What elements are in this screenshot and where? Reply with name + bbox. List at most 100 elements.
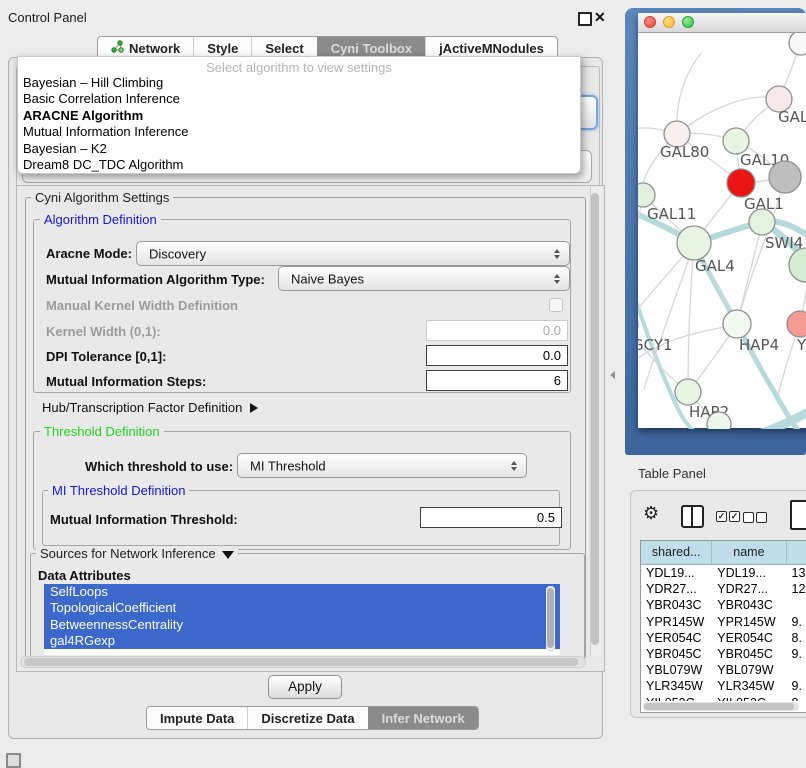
algorithm-option-bayesian-hill-climbing[interactable]: Bayesian – Hill Climbing — [18, 75, 580, 91]
aracne-mode-label: Aracne Mode: — [46, 246, 132, 261]
hub-definition-expander[interactable]: Hub/Transcription Factor Definition — [42, 400, 258, 415]
table-row[interactable]: YBL079WYBL079W — [641, 662, 806, 678]
network-node[interactable] — [769, 161, 801, 193]
attribute-item-selfloops[interactable]: SelfLoops — [44, 584, 560, 600]
minimize-traffic-light-icon[interactable] — [663, 16, 675, 28]
attribute-item-gal4rgexp[interactable]: gal4RGexp — [44, 633, 560, 649]
table-cell: 9. — [787, 678, 806, 694]
mi-steps-field[interactable]: 6 — [426, 370, 568, 391]
network-node[interactable] — [789, 33, 806, 55]
algorithm-dropdown: Select algorithm to view settings Bayesi… — [17, 56, 581, 174]
tab-discretize-data[interactable]: Discretize Data — [247, 707, 367, 729]
combo-spinner-icon — [554, 274, 560, 284]
network-icon — [111, 40, 124, 56]
column-header-name[interactable]: name — [712, 541, 786, 564]
attribute-item-topologicalcoefficient[interactable]: TopologicalCoefficient — [44, 600, 560, 616]
docked-panel-icon[interactable] — [6, 753, 21, 768]
manual-kernel-checkbox[interactable] — [549, 298, 563, 312]
dpi-tolerance-field[interactable]: 0.0 — [426, 345, 568, 366]
sources-group-title[interactable]: Sources for Network Inference — [36, 546, 238, 561]
export-table-icon[interactable] — [790, 500, 806, 530]
table-cell: YBL079W — [641, 662, 712, 678]
data-attributes-label: Data Attributes — [38, 568, 131, 583]
settings-vertical-scrollbar-thumb[interactable] — [591, 193, 599, 645]
table-cell — [787, 662, 806, 678]
tab-label: Style — [207, 41, 238, 56]
close-traffic-light-icon[interactable] — [644, 16, 656, 28]
apply-button[interactable]: Apply — [268, 675, 342, 699]
table-row[interactable]: YLR345WYLR345W9. — [641, 678, 806, 694]
network-node-gal4[interactable] — [677, 226, 711, 260]
table-horizontal-scrollbar-thumb[interactable] — [644, 703, 794, 710]
algorithm-option-aracne-algorithm[interactable]: ARACNE Algorithm — [18, 108, 580, 124]
table-row[interactable]: YDL19...YDL19...13 — [641, 565, 806, 581]
zoom-traffic-light-icon[interactable] — [682, 16, 694, 28]
tab-infer-network[interactable]: Infer Network — [368, 707, 478, 729]
table-row[interactable]: YIL053CYIL053C8 — [641, 695, 806, 702]
algorithm-dropdown-list: Bayesian – Hill ClimbingBasic Correlatio… — [18, 75, 580, 173]
table-cell — [787, 597, 806, 613]
aracne-mode-combo[interactable]: Discovery — [136, 241, 570, 266]
splitter-arrow-icon[interactable] — [610, 371, 615, 379]
table-row[interactable]: YBR045CYBR045C9. — [641, 646, 806, 662]
algorithm-option-dream8-dc-tdc-algorithm[interactable]: Dream8 DC_TDC Algorithm — [18, 157, 580, 173]
network-node-hap2[interactable] — [675, 379, 701, 405]
node-label: GAL — [778, 108, 806, 126]
network-edge[interactable] — [688, 243, 694, 392]
table-cell: 13 — [787, 565, 806, 581]
kernel-width-field[interactable]: 0.0 — [426, 320, 568, 341]
table-row[interactable]: YER054CYER054C8. — [641, 630, 806, 646]
unchecked-checkbox-icon[interactable] — [756, 512, 767, 523]
network-canvas[interactable]: GALGAL80GAL10GAL1GAL11SWI4GAL4GCY1HAP4YH… — [638, 33, 806, 429]
float-window-icon[interactable] — [578, 12, 592, 26]
table-row[interactable]: YPR145WYPR145W9. — [641, 614, 806, 630]
sources-title-label: Sources for Network Inference — [40, 546, 216, 561]
algorithm-option-bayesian-k2[interactable]: Bayesian – K2 — [18, 141, 580, 157]
settings-horizontal-scrollbar-thumb[interactable] — [24, 658, 578, 666]
algorithm-option-mutual-information-inference[interactable]: Mutual Information Inference — [18, 124, 580, 140]
algorithm-option-basic-correlation-inference[interactable]: Basic Correlation Inference — [18, 91, 580, 107]
unchecked-checkbox-icon[interactable] — [743, 512, 754, 523]
column-header-a[interactable]: A — [787, 541, 806, 564]
network-node-gal1[interactable] — [727, 169, 755, 197]
network-edge[interactable] — [756, 409, 806, 429]
algorithm-dropdown-placeholder: Select algorithm to view settings — [18, 57, 580, 75]
kernel-width-label: Kernel Width (0,1): — [46, 324, 161, 339]
column-header-shared-[interactable]: shared... — [641, 541, 712, 564]
column-selector-icon[interactable] — [681, 505, 704, 528]
network-node[interactable] — [789, 248, 806, 282]
threshold-definition-title: Threshold Definition — [40, 424, 164, 439]
which-threshold-combo[interactable]: MI Threshold — [237, 453, 527, 478]
network-node-gal11[interactable] — [638, 183, 655, 207]
table-cell: YLR345W — [641, 678, 712, 694]
network-node-hap4[interactable] — [723, 310, 751, 338]
manual-kernel-label: Manual Kernel Width Definition — [46, 298, 238, 313]
network-edge[interactable] — [644, 243, 694, 389]
network-node-y[interactable] — [787, 311, 806, 337]
tab-impute-data[interactable]: Impute Data — [147, 707, 247, 729]
network-edge[interactable] — [737, 222, 762, 324]
table-row[interactable]: YBR043CYBR043C — [641, 597, 806, 613]
checked-checkbox-icon[interactable]: ✓ — [729, 511, 740, 522]
gear-icon[interactable]: ⚙ — [643, 503, 659, 524]
mi-type-combo[interactable]: Naive Bayes — [278, 266, 570, 291]
network-node-swi4[interactable] — [749, 209, 775, 235]
network-node[interactable] — [707, 412, 731, 429]
cyni-bottom-tabbar: Impute DataDiscretize DataInfer Network — [146, 706, 479, 730]
close-icon[interactable]: ✕ — [594, 9, 606, 26]
table-cell: YPR145W — [641, 614, 712, 630]
mi-threshold-field[interactable]: 0.5 — [420, 507, 562, 528]
network-edge[interactable] — [677, 97, 779, 134]
attributes-scrollbar-thumb[interactable] — [547, 588, 554, 648]
checked-checkbox-icon[interactable]: ✓ — [716, 511, 727, 522]
network-window-frame[interactable]: GALGAL80GAL10GAL1GAL11SWI4GAL4GCY1HAP4YH… — [625, 8, 806, 455]
chevron-right-icon — [250, 403, 258, 413]
table-header-row: shared...nameA — [641, 541, 806, 565]
table-cell: YBR045C — [712, 646, 786, 662]
table-row[interactable]: YDR27...YDR27...12 — [641, 581, 806, 597]
table-cell: YDR27... — [712, 581, 786, 597]
network-window-titlebar[interactable] — [638, 13, 806, 33]
attribute-item-betweennesscentrality[interactable]: BetweennessCentrality — [44, 617, 560, 633]
aracne-mode-value: Discovery — [149, 246, 206, 261]
mi-steps-label: Mutual Information Steps: — [46, 374, 206, 389]
